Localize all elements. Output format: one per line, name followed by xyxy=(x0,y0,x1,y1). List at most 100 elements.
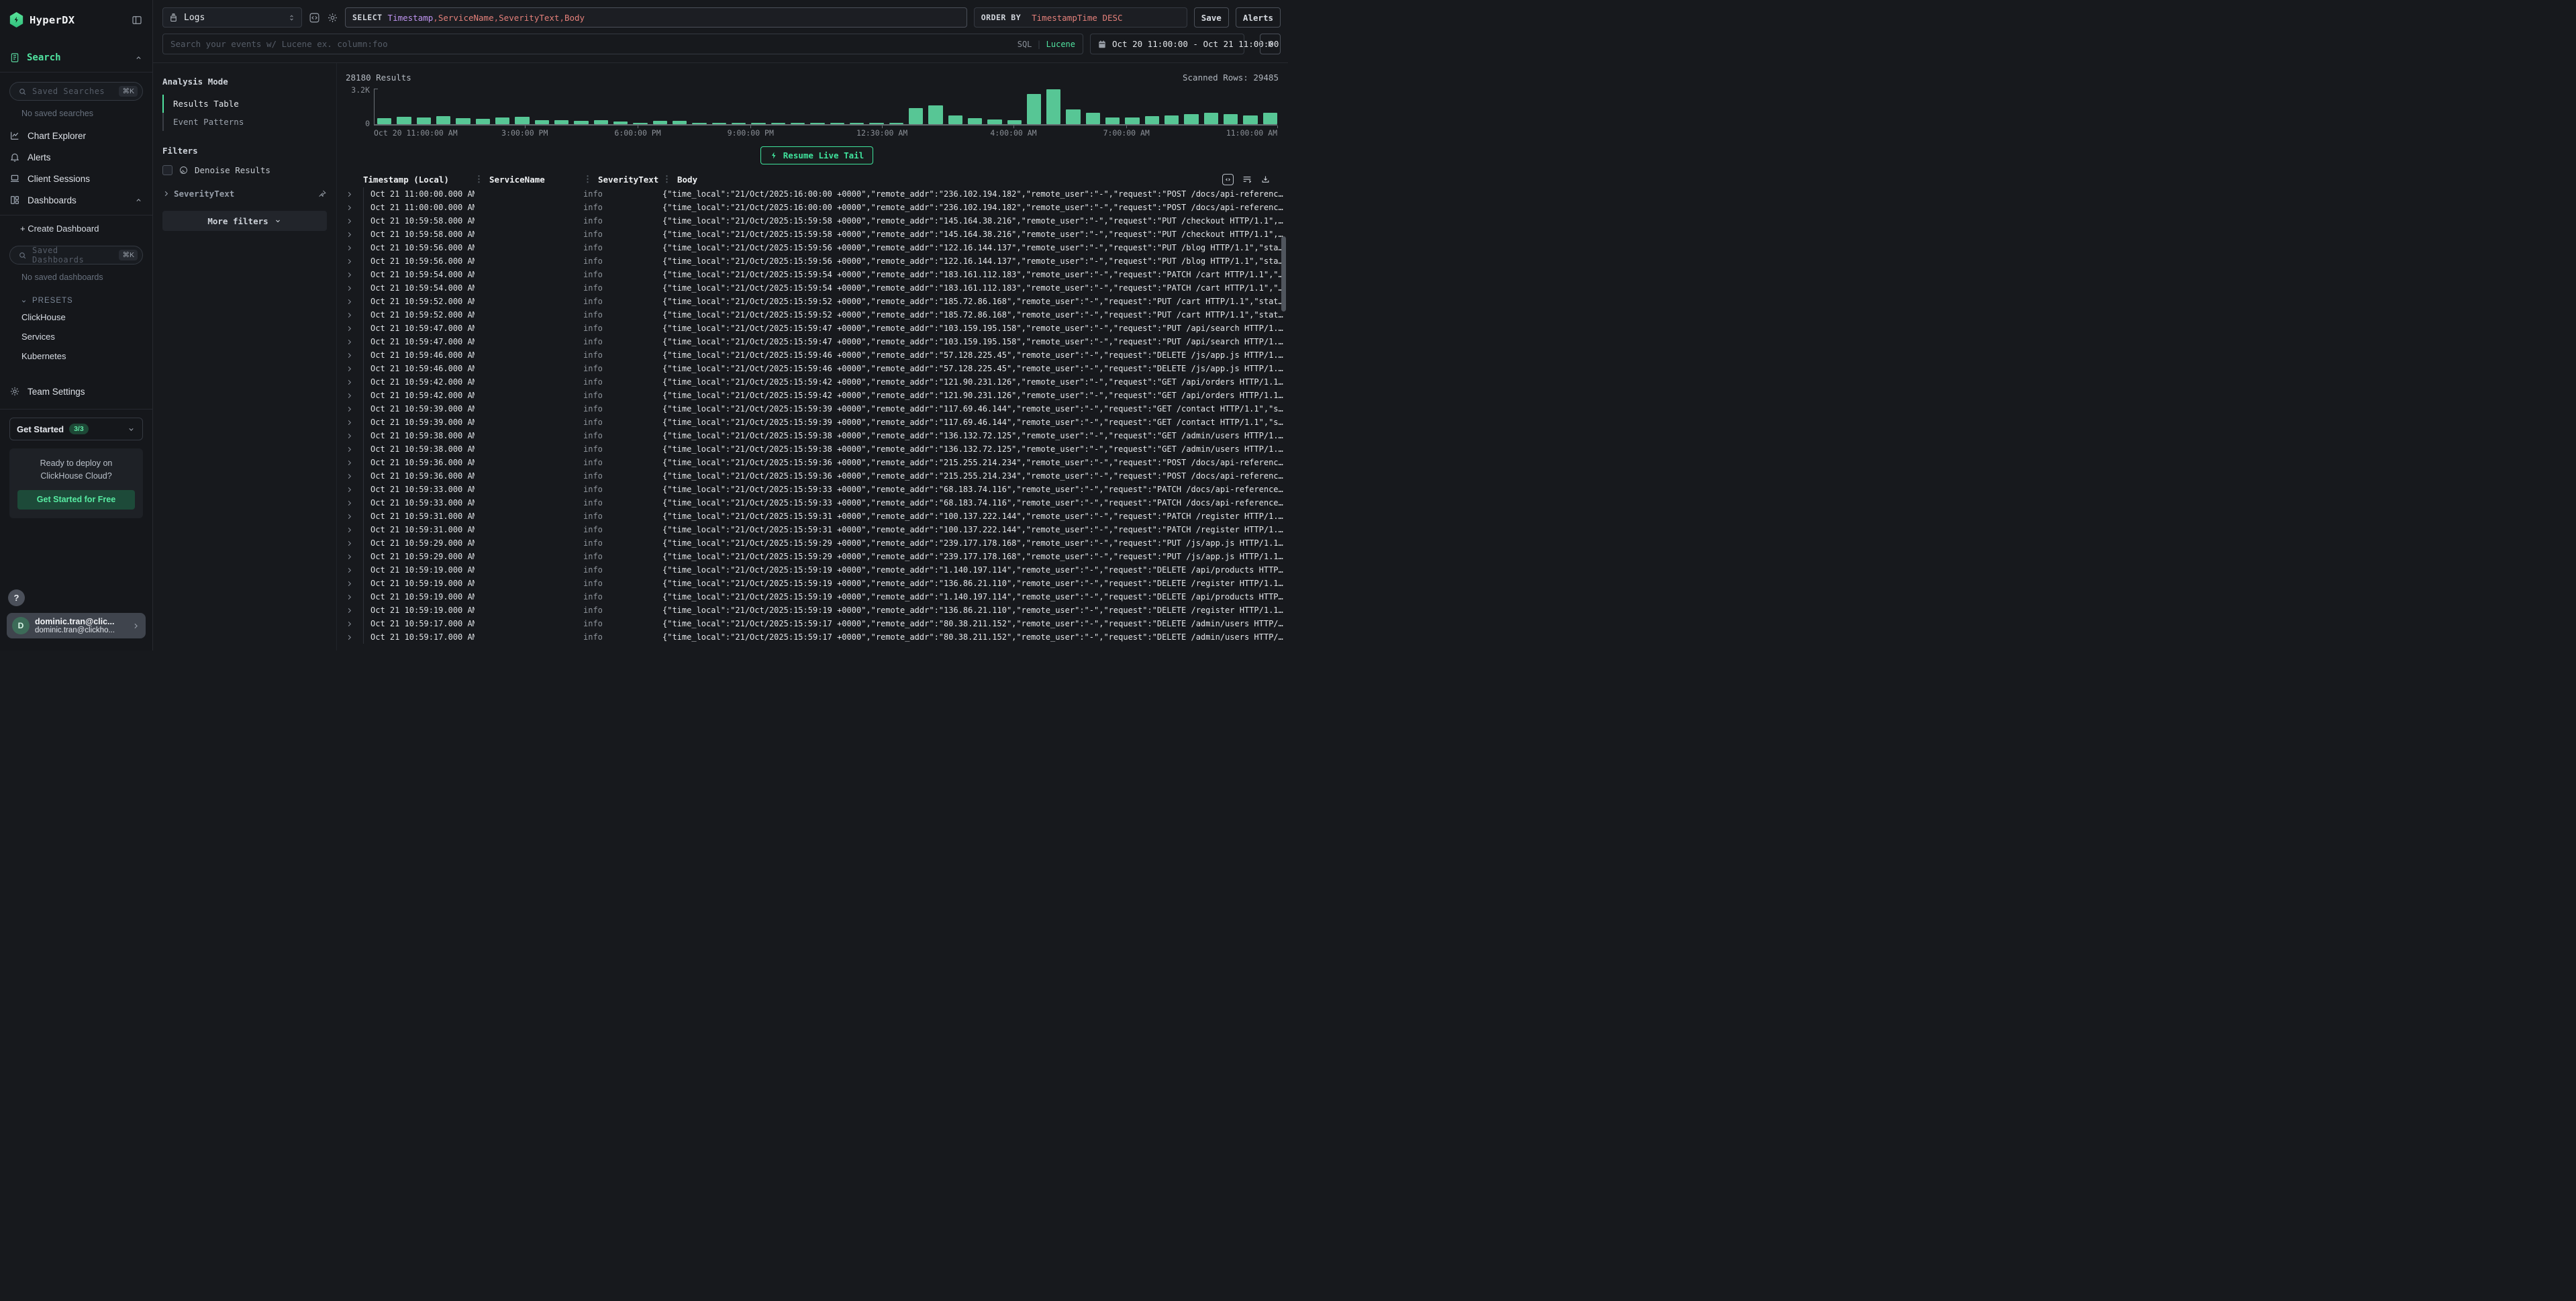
sidebar-item-search[interactable]: Search xyxy=(0,44,152,73)
presets-toggle[interactable]: PRESETS xyxy=(0,289,152,307)
row-expand-icon[interactable] xyxy=(346,392,363,399)
histogram-bar[interactable] xyxy=(751,123,765,124)
table-row[interactable]: Oct 21 10:59:52.000 AM info {"time_local… xyxy=(346,308,1288,322)
row-expand-icon[interactable] xyxy=(346,298,363,305)
histogram-bar[interactable] xyxy=(1066,109,1080,124)
select-query-input[interactable]: SELECT Timestamp,ServiceName,SeverityTex… xyxy=(345,7,967,28)
row-expand-icon[interactable] xyxy=(346,607,363,614)
table-row[interactable]: Oct 21 10:59:38.000 AM info {"time_local… xyxy=(346,442,1288,456)
histogram-bar[interactable] xyxy=(1007,120,1022,124)
save-button[interactable]: Save xyxy=(1194,7,1229,28)
table-row[interactable]: Oct 21 10:59:36.000 AM info {"time_local… xyxy=(346,469,1288,483)
row-expand-icon[interactable] xyxy=(346,352,363,359)
row-expand-icon[interactable] xyxy=(346,365,363,373)
histogram-bar[interactable] xyxy=(633,123,647,124)
histogram-bar[interactable] xyxy=(377,118,391,124)
code-view-icon[interactable] xyxy=(309,12,320,23)
histogram-bar[interactable] xyxy=(495,117,509,124)
table-row[interactable]: Oct 21 10:59:29.000 AM info {"time_local… xyxy=(346,536,1288,550)
table-row[interactable]: Oct 21 10:59:17.000 AM info {"time_local… xyxy=(346,617,1288,630)
histogram-bar[interactable] xyxy=(948,115,962,124)
table-row[interactable]: Oct 21 10:59:54.000 AM info {"time_local… xyxy=(346,281,1288,295)
sidebar-item-chart-explorer[interactable]: Chart Explorer xyxy=(0,125,152,146)
table-row[interactable]: Oct 21 10:59:39.000 AM info {"time_local… xyxy=(346,416,1288,429)
drag-handle-icon[interactable]: ⋮ xyxy=(583,175,592,185)
histogram-bar[interactable] xyxy=(1243,115,1257,124)
saved-searches-input[interactable]: Saved Searches ⌘K xyxy=(9,82,143,101)
histogram-bar[interactable] xyxy=(1027,94,1041,124)
histogram-bar[interactable] xyxy=(1184,114,1198,124)
histogram-bar[interactable] xyxy=(397,117,411,124)
histogram-bar[interactable] xyxy=(456,118,470,124)
column-header-body[interactable]: ⋮Body xyxy=(662,175,1214,185)
events-histogram[interactable]: 3.2K 0 Oct 20 11:00:00 AM3:00:00 PM6:00:… xyxy=(346,89,1288,138)
histogram-bar[interactable] xyxy=(1105,117,1120,124)
histogram-bar[interactable] xyxy=(968,118,982,124)
saved-dashboards-input[interactable]: Saved Dashboards ⌘K xyxy=(9,246,143,264)
vertical-scrollbar[interactable] xyxy=(1281,236,1286,311)
denoise-results-toggle[interactable]: Denoise Results xyxy=(162,165,327,175)
row-expand-icon[interactable] xyxy=(346,285,363,292)
histogram-bar[interactable] xyxy=(1046,89,1060,124)
histogram-bar[interactable] xyxy=(732,123,746,124)
sidebar-preset-kubernetes[interactable]: Kubernetes xyxy=(0,346,152,366)
histogram-bar[interactable] xyxy=(791,123,805,124)
table-row[interactable]: Oct 21 10:59:19.000 AM info {"time_local… xyxy=(346,563,1288,577)
row-expand-icon[interactable] xyxy=(346,459,363,467)
table-row[interactable]: Oct 21 10:59:38.000 AM info {"time_local… xyxy=(346,429,1288,442)
sidebar-item-client-sessions[interactable]: Client Sessions xyxy=(0,168,152,189)
row-expand-icon[interactable] xyxy=(346,620,363,628)
row-expand-icon[interactable] xyxy=(346,473,363,480)
resume-live-tail-button[interactable]: Resume Live Tail xyxy=(760,146,873,164)
chevron-up-icon[interactable] xyxy=(134,54,143,62)
order-by-input[interactable]: ORDER BY TimestampTime DESC xyxy=(974,7,1187,28)
row-expand-icon[interactable] xyxy=(346,204,363,211)
row-expand-icon[interactable] xyxy=(346,486,363,493)
table-row[interactable]: Oct 21 10:59:52.000 AM info {"time_local… xyxy=(346,295,1288,308)
severity-filter-group[interactable]: SeverityText xyxy=(162,189,327,199)
table-row[interactable]: Oct 21 10:59:31.000 AM info {"time_local… xyxy=(346,523,1288,536)
histogram-bar[interactable] xyxy=(535,120,549,124)
sidebar-item-team-settings[interactable]: Team Settings xyxy=(0,381,152,402)
get-started-free-button[interactable]: Get Started for Free xyxy=(17,490,135,510)
histogram-bar[interactable] xyxy=(1125,117,1139,124)
histogram-bar[interactable] xyxy=(436,116,450,124)
table-row[interactable]: Oct 21 10:59:33.000 AM info {"time_local… xyxy=(346,496,1288,510)
row-expand-icon[interactable] xyxy=(346,271,363,279)
table-row[interactable]: Oct 21 10:59:19.000 AM info {"time_local… xyxy=(346,604,1288,617)
tab-results-table[interactable]: Results Table xyxy=(164,95,327,113)
tab-event-patterns[interactable]: Event Patterns xyxy=(164,113,327,131)
source-select[interactable]: Logs xyxy=(162,7,302,28)
table-row[interactable]: Oct 21 10:59:42.000 AM info {"time_local… xyxy=(346,375,1288,389)
histogram-bar[interactable] xyxy=(712,123,726,124)
histogram-bar[interactable] xyxy=(554,120,568,124)
row-expand-icon[interactable] xyxy=(346,338,363,346)
user-menu[interactable]: D dominic.tran@clic... dominic.tran@clic… xyxy=(7,613,146,638)
histogram-bar[interactable] xyxy=(1224,114,1238,124)
row-expand-icon[interactable] xyxy=(346,553,363,561)
lucene-toggle[interactable]: Lucene xyxy=(1046,40,1075,49)
row-expand-icon[interactable] xyxy=(346,526,363,534)
table-row[interactable]: Oct 21 10:59:36.000 AM info {"time_local… xyxy=(346,456,1288,469)
wrap-text-icon[interactable] xyxy=(1242,174,1252,185)
histogram-bar[interactable] xyxy=(1165,115,1179,124)
histogram-bar[interactable] xyxy=(594,120,608,124)
histogram-bar[interactable] xyxy=(673,121,687,124)
sidebar-item-alerts[interactable]: Alerts xyxy=(0,146,152,168)
columns-config-icon[interactable] xyxy=(1222,174,1234,185)
column-header-timestamp[interactable]: Timestamp (Local) xyxy=(363,175,475,185)
histogram-bar[interactable] xyxy=(1204,113,1218,124)
histogram-bar[interactable] xyxy=(889,123,903,124)
histogram-bar[interactable] xyxy=(771,123,785,124)
row-expand-icon[interactable] xyxy=(346,218,363,225)
histogram-bar[interactable] xyxy=(476,119,490,124)
table-row[interactable]: Oct 21 10:59:47.000 AM info {"time_local… xyxy=(346,335,1288,348)
histogram-bar[interactable] xyxy=(1263,113,1277,124)
help-button[interactable]: ? xyxy=(8,589,25,606)
histogram-bar[interactable] xyxy=(1145,116,1159,124)
table-row[interactable]: Oct 21 10:59:47.000 AM info {"time_local… xyxy=(346,322,1288,335)
row-expand-icon[interactable] xyxy=(346,191,363,198)
time-range-picker[interactable]: Oct 20 11:00:00 - Oct 21 11:00:00 xyxy=(1090,34,1244,54)
sidebar-preset-clickhouse[interactable]: ClickHouse xyxy=(0,307,152,327)
row-expand-icon[interactable] xyxy=(346,580,363,587)
